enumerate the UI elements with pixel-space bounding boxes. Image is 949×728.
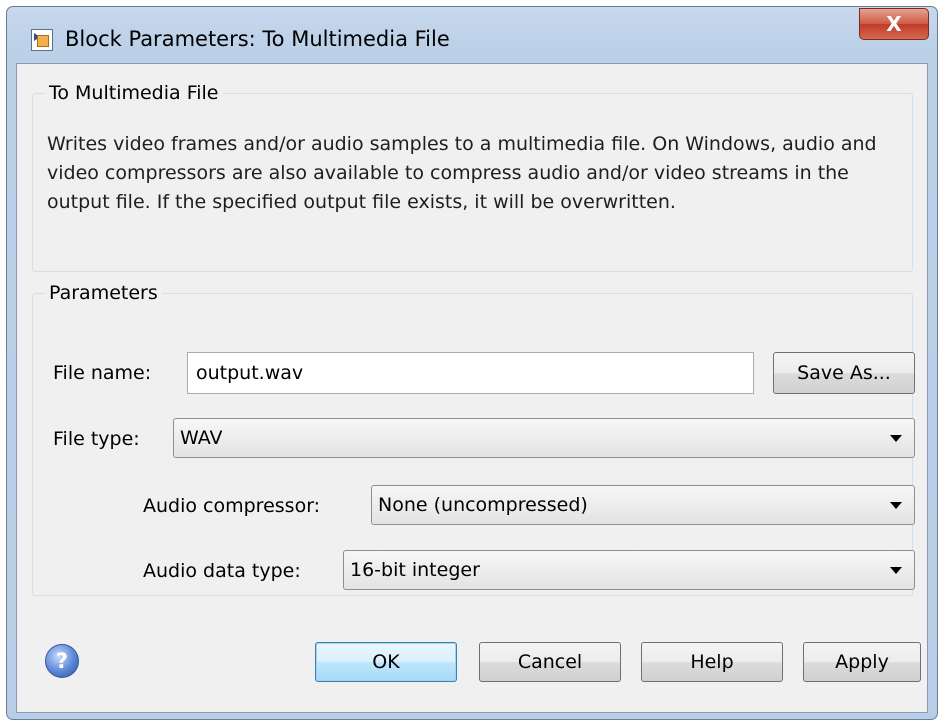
block-parameters-icon [31,29,53,51]
dialog-window: Block Parameters: To Multimedia File X T… [6,6,938,720]
close-button[interactable]: X [859,8,929,40]
parameters-group: Parameters File name: output.wav Save As… [32,282,915,596]
apply-button[interactable]: Apply [803,642,921,682]
ok-button[interactable]: OK [315,642,457,682]
description-group-label: To Multimedia File [49,82,219,104]
block-description: Writes video frames and/or audio samples… [47,133,877,213]
help-button[interactable]: Help [641,642,783,682]
close-icon: X [886,12,902,36]
file-name-input[interactable]: output.wav [187,352,754,394]
audio-compressor-label: Audio compressor: [143,495,321,517]
title-bar[interactable]: Block Parameters: To Multimedia File X [7,7,937,65]
dialog-body: To Multimedia File Writes video frames a… [16,63,928,713]
description-group: To Multimedia File Writes video frames a… [32,82,913,272]
file-type-value: WAV [180,427,223,449]
chevron-down-icon [890,567,902,574]
window-title: Block Parameters: To Multimedia File [65,27,450,51]
cancel-button[interactable]: Cancel [479,642,621,682]
audio-compressor-dropdown[interactable]: None (uncompressed) [371,485,915,525]
audio-data-type-label: Audio data type: [143,560,301,582]
audio-compressor-value: None (uncompressed) [378,494,588,516]
audio-data-type-value: 16-bit integer [350,559,480,581]
help-question-icon[interactable]: ? [45,644,79,678]
chevron-down-icon [890,502,902,509]
file-name-label: File name: [53,362,152,384]
chevron-down-icon [890,435,902,442]
file-type-dropdown[interactable]: WAV [173,418,915,458]
file-type-label: File type: [53,428,140,450]
parameters-group-label: Parameters [49,282,158,304]
audio-data-type-dropdown[interactable]: 16-bit integer [343,550,915,590]
save-as-button[interactable]: Save As... [773,352,915,394]
